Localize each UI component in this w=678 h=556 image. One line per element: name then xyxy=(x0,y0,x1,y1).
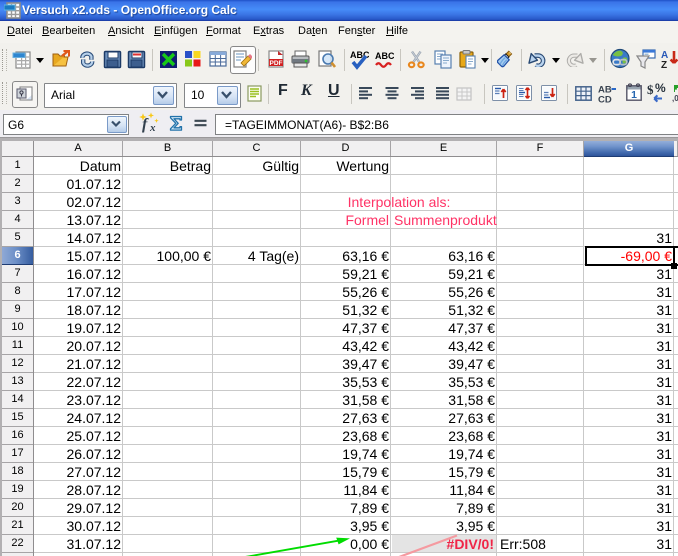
svg-text:Z: Z xyxy=(661,60,667,70)
svg-text:CD: CD xyxy=(598,95,612,105)
svg-text:,0: ,0 xyxy=(672,94,678,103)
svg-text:%: % xyxy=(655,82,666,95)
svg-text:x: x xyxy=(149,122,156,134)
svg-text:$: $ xyxy=(647,82,654,97)
svg-text:ABC: ABC xyxy=(375,51,394,61)
svg-text:1: 1 xyxy=(631,89,637,101)
svg-text:PDF: PDF xyxy=(270,60,283,67)
